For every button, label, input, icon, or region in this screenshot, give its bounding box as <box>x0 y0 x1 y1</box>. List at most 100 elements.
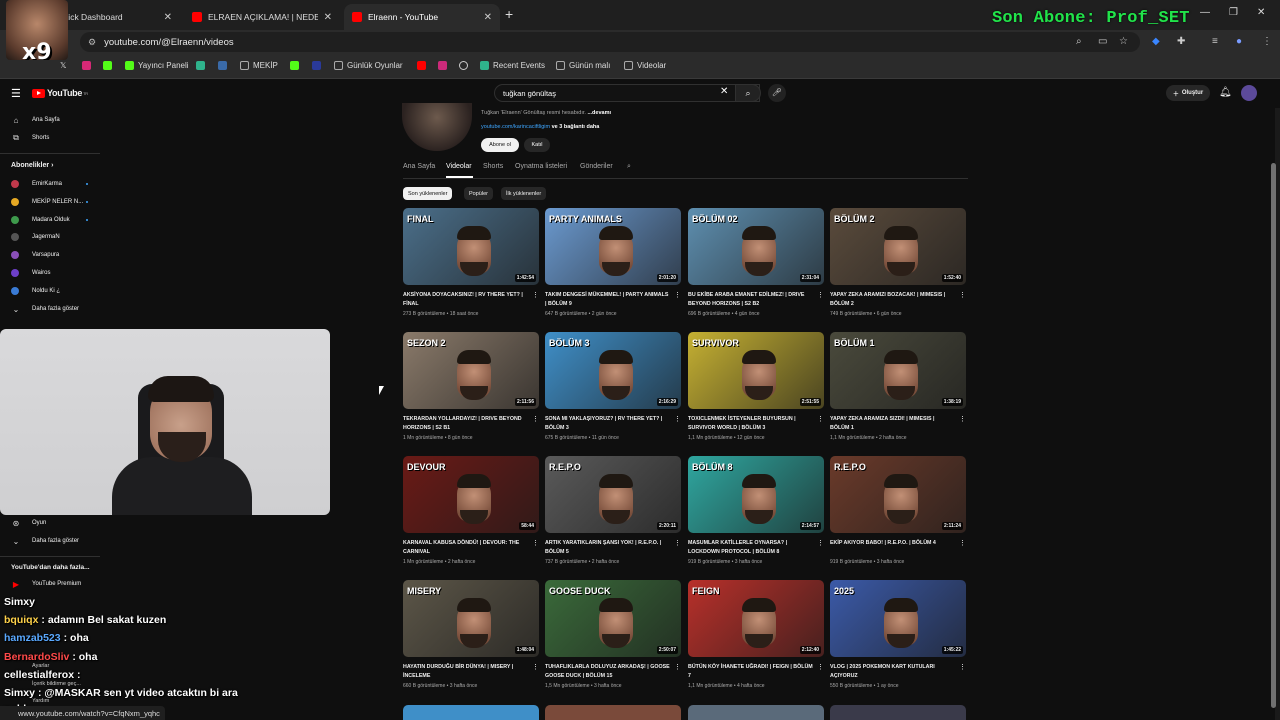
video-menu-icon[interactable]: ⋮ <box>817 663 824 671</box>
video-thumbnail[interactable]: BÖLÜM 2 1:52:40 <box>830 208 966 285</box>
sidebar-subscription-item[interactable]: MEKİP NELER N... <box>0 194 100 210</box>
sidebar-subscription-item[interactable]: EmirKarma <box>0 176 100 192</box>
close-tab-icon[interactable]: ✕ <box>484 12 492 23</box>
bookmark-icon[interactable] <box>459 61 472 70</box>
video-thumbnail[interactable]: SEZON 2 2:11:56 <box>403 332 539 409</box>
video-menu-icon[interactable]: ⋮ <box>532 663 539 671</box>
video-menu-icon[interactable]: ⋮ <box>532 291 539 299</box>
tab-videos[interactable]: Videolar <box>446 163 472 170</box>
video-thumbnail[interactable]: BÖLÜM 3 2:16:29 <box>545 332 681 409</box>
close-tab-icon[interactable]: ✕ <box>324 12 332 23</box>
cast-icon[interactable]: ▭ <box>1098 36 1107 47</box>
bookmark-kick-icon[interactable] <box>103 61 116 70</box>
tab-elraenn-youtube[interactable]: Elraenn - YouTube ✕ <box>344 4 500 30</box>
chip-popular[interactable]: Popüler <box>464 187 493 200</box>
sidebar-item-shorts[interactable]: ⧉ Shorts <box>0 130 100 146</box>
video-menu-icon[interactable]: ⋮ <box>674 539 681 547</box>
video-thumbnail[interactable]: FINAL 1:42:54 <box>403 208 539 285</box>
video-menu-icon[interactable]: ⋮ <box>817 291 824 299</box>
channel-description[interactable]: Tuğkan 'Elraenn' Gönültaş resmi hesabıdı… <box>481 110 611 116</box>
video-menu-icon[interactable]: ⋮ <box>959 415 966 423</box>
channel-links[interactable]: youtube.com/karincaciftligim ve 3 bağlan… <box>481 124 599 130</box>
bookmark-videolar[interactable]: Videolar <box>624 61 666 70</box>
video-title[interactable]: BU EKİBE ARABA EMANET EDİLMEZ! | DRIVE B… <box>688 291 813 308</box>
video-card[interactable]: GOOSE DUCK 2:50:07 TUHAFLIKLARLA DOLUYUZ A… <box>545 580 681 700</box>
video-menu-icon[interactable]: ⋮ <box>674 663 681 671</box>
bookmark-icon[interactable] <box>196 61 209 70</box>
video-thumbnail[interactable]: BÖLÜM 1 1:38:19 <box>830 332 966 409</box>
sidebar-subscription-item[interactable]: Madara Olduk <box>0 212 100 228</box>
join-button[interactable]: Katıl <box>524 138 550 152</box>
voice-search-button[interactable]: 🎤︎ <box>768 84 786 102</box>
bookmark-youtube-icon[interactable] <box>417 61 430 70</box>
video-title[interactable]: TEKRARDAN YOLLARDAYIZ! | DRIVE BEYOND HO… <box>403 415 528 432</box>
video-title[interactable]: TUHAFLIKLARLA DOLUYUZ ARKADAŞ! | GOOSE G… <box>545 663 670 680</box>
video-thumbnail[interactable]: R.E.P.O 2:11:24 <box>830 456 966 533</box>
bookmark-mekip[interactable]: MEKİP <box>240 61 278 70</box>
video-card[interactable]: 2025 1:45:22 VLOG | 2025 POKEMON KART KUTU… <box>830 580 966 700</box>
bookmark-icon[interactable] <box>218 61 231 70</box>
video-menu-icon[interactable]: ⋮ <box>959 663 966 671</box>
video-menu-icon[interactable]: ⋮ <box>959 291 966 299</box>
video-card[interactable]: BÖLÜM 3 2:16:29 SONA MI YAKLAŞIYORUZ? | RV… <box>545 332 681 452</box>
video-title[interactable]: HAYATIN DURDUĞU BİR DÜNYA! | MISERY | İN… <box>403 663 528 680</box>
tab-shorts[interactable]: Shorts <box>483 163 503 170</box>
avatar[interactable] <box>1241 85 1257 101</box>
bookmark-gunluk-oyunlar[interactable]: Günlük Oyunlar <box>334 61 403 70</box>
video-card[interactable]: FINAL 1:42:54 AKSİYONA DOYACAKSINIZ! | RV … <box>403 208 539 328</box>
video-menu-icon[interactable]: ⋮ <box>817 415 824 423</box>
video-thumbnail[interactable]: R.E.P.O 2:20:11 <box>545 456 681 533</box>
tab-posts[interactable]: Gönderiler <box>580 163 613 170</box>
bookmark-kick-icon[interactable] <box>290 61 303 70</box>
video-thumbnail[interactable]: FEIGN 2:12:40 <box>688 580 824 657</box>
sidebar-subscription-item[interactable]: Wairos <box>0 265 100 281</box>
video-title[interactable]: EKİP AKIYOR BABO! | R.E.P.O. | BÖLÜM 4 <box>830 539 955 548</box>
tab-home[interactable]: Ana Sayfa <box>403 163 435 170</box>
bookmark-instagram-icon[interactable] <box>82 61 95 70</box>
sidebar-item-home[interactable]: ⌂ Ana Sayfa <box>0 112 100 128</box>
video-title[interactable]: TOXICLENMEK İSTEYENLER BUYURSUN | SURVIV… <box>688 415 813 432</box>
video-card[interactable]: SURVIVOR 2:51:55 TOXICLENMEK İSTEYENLER BU… <box>688 332 824 452</box>
video-menu-icon[interactable]: ⋮ <box>817 539 824 547</box>
chip-oldest[interactable]: İlk yüklenenler <box>501 187 547 200</box>
video-menu-icon[interactable]: ⋮ <box>532 539 539 547</box>
youtube-logo[interactable]: YouTube TR <box>32 88 88 98</box>
bookmark-gunun-mali[interactable]: Günün malı <box>556 61 610 70</box>
sidebar-subscription-item[interactable]: Varsapura <box>0 247 100 263</box>
video-card[interactable]: DEVOUR 58:44 KARNAVAL KABUSA DÖNDÜ! | DEVO… <box>403 456 539 576</box>
sidebar-subscription-item[interactable]: Noldu Ki ¿ <box>0 283 100 299</box>
video-card[interactable]: R.E.P.O 2:11:24 EKİP AKIYOR BABO! | R.E.P.… <box>830 456 966 576</box>
video-card[interactable]: BÖLÜM 02 2:31:04 BU EKİBE ARABA EMANET EDİ… <box>688 208 824 328</box>
close-window-icon[interactable]: ✕ <box>1257 7 1265 18</box>
video-card[interactable]: FEIGN 2:12:40 BÜTÜN KÖY İHANETE UĞRADI! | … <box>688 580 824 700</box>
minimize-icon[interactable]: — <box>1200 7 1210 18</box>
notifications-icon[interactable]: 🔔︎ <box>1219 87 1232 98</box>
video-title[interactable]: BÜTÜN KÖY İHANETE UĞRADI! | FEIGN | BÖLÜ… <box>688 663 813 680</box>
url-input[interactable]: ⚙ youtube.com/@Elraenn/videos <box>80 32 1140 52</box>
video-menu-icon[interactable]: ⋮ <box>674 291 681 299</box>
video-title[interactable]: KARNAVAL KABUSA DÖNDÜ! | DEVOUR: THE CAR… <box>403 539 528 556</box>
close-tab-icon[interactable]: ✕ <box>164 12 172 23</box>
video-title[interactable]: SONA MI YAKLAŞIYORUZ? | RV THERE YET? | … <box>545 415 670 432</box>
new-tab-button[interactable]: + <box>505 6 513 22</box>
video-thumbnail[interactable]: SURVIVOR 2:51:55 <box>688 332 824 409</box>
video-menu-icon[interactable]: ⋮ <box>959 539 966 547</box>
bookmark-icon[interactable] <box>438 61 451 70</box>
extensions-puzzle-icon[interactable]: ✚ <box>1177 36 1185 47</box>
tab-elraen-aciklama[interactable]: ELRAEN AÇIKLAMA! | NEDEN E ✕ <box>184 4 340 30</box>
chip-latest[interactable]: Son yüklenenler <box>403 187 453 200</box>
video-title[interactable]: YAPAY ZEKA ARAMIZI BOZACAK! | MIMESIS | … <box>830 291 955 308</box>
video-card[interactable]: BÖLÜM 1 1:38:19 YAPAY ZEKA ARAMIZA SIZDI! … <box>830 332 966 452</box>
create-button[interactable]: ＋ Oluştur <box>1166 85 1210 101</box>
video-card[interactable]: R.E.P.O 2:20:11 ARTIK YARATIKLARIN ŞANSI Y… <box>545 456 681 576</box>
tab-playlists[interactable]: Oynatma listeleri <box>515 163 567 170</box>
subscribe-button[interactable]: Abone ol <box>481 138 519 152</box>
video-thumbnail[interactable]: MISERY 1:48:04 <box>403 580 539 657</box>
video-title[interactable]: MASUMLAR KATİLLERLE OYNARSA? | LOCKDOWN … <box>688 539 813 556</box>
video-thumbnail[interactable]: DEVOUR 58:44 <box>403 456 539 533</box>
scrollbar-thumb[interactable] <box>1271 163 1276 708</box>
channel-avatar[interactable] <box>402 103 472 151</box>
menu-icon[interactable]: ⋮ <box>1262 36 1272 47</box>
bookmark-icon[interactable] <box>312 61 325 70</box>
video-card[interactable]: PARTY ANIMALS 2:01:20 TAKIM DENGESİ MÜKEMM… <box>545 208 681 328</box>
